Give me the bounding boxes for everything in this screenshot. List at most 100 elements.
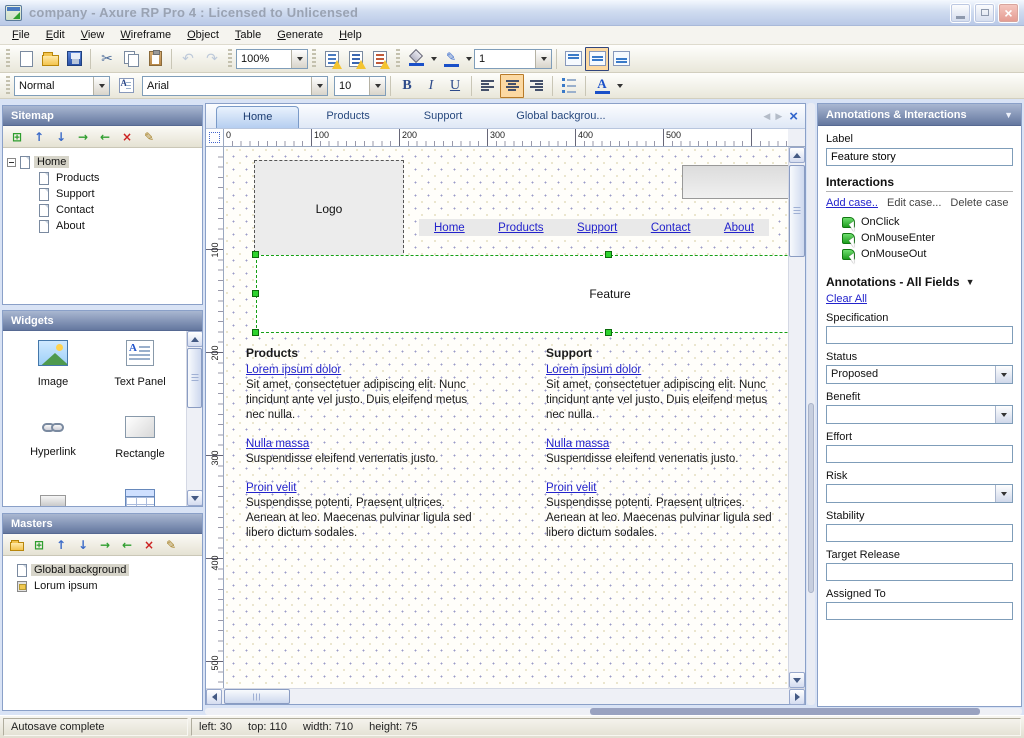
status-select[interactable]: Proposed: [826, 365, 1013, 384]
gray-rectangle[interactable]: [682, 165, 788, 199]
valign-top-button[interactable]: [561, 47, 585, 71]
tree-item-contact[interactable]: Contact: [39, 202, 198, 218]
scroll-down-button[interactable]: [187, 490, 203, 506]
scroll-left-button[interactable]: [206, 689, 222, 705]
scroll-up-button[interactable]: [789, 147, 805, 163]
scrollbar-thumb[interactable]: [808, 403, 814, 593]
selection-handle[interactable]: [605, 251, 612, 258]
event-onclick[interactable]: OnClick: [842, 214, 1013, 230]
edit-case-link[interactable]: Edit case...: [887, 197, 941, 209]
canvas-horizontal-scrollbar[interactable]: [206, 688, 805, 704]
font-combo[interactable]: Arial: [142, 76, 328, 96]
risk-select[interactable]: [826, 484, 1013, 503]
logo-placeholder[interactable]: Logo: [254, 160, 404, 258]
line-width-dropdown[interactable]: [535, 50, 551, 68]
scrollbar-thumb[interactable]: [789, 165, 805, 257]
effort-input[interactable]: [826, 445, 1013, 463]
font-size-combo[interactable]: 10: [334, 76, 386, 96]
scroll-up-button[interactable]: [187, 331, 203, 347]
fill-color-button[interactable]: [404, 47, 428, 71]
support-column[interactable]: Support Lorem ipsum dolor Sit amet, cons…: [546, 346, 788, 554]
delete-master-button[interactable]: ×: [139, 536, 159, 554]
target-release-input[interactable]: [826, 563, 1013, 581]
undo-button[interactable]: ↶: [176, 47, 200, 71]
event-onmouseenter[interactable]: OnMouseEnter: [842, 230, 1013, 246]
open-button[interactable]: [38, 47, 62, 71]
font-color-button[interactable]: A: [590, 74, 614, 98]
font-size-dropdown[interactable]: [369, 77, 385, 95]
scrollbar-thumb[interactable]: [187, 348, 202, 408]
add-case-link[interactable]: Add case..: [826, 197, 878, 209]
tree-item-about[interactable]: About: [39, 218, 198, 234]
align-right-button[interactable]: [524, 74, 548, 98]
select-dropdown-button[interactable]: [995, 485, 1012, 502]
collapse-icon[interactable]: [7, 158, 16, 167]
tab-scroll-right-button[interactable]: ▶: [774, 111, 783, 122]
font-dropdown[interactable]: [311, 77, 327, 95]
benefit-select[interactable]: [826, 405, 1013, 424]
copy-button[interactable]: [119, 47, 143, 71]
new-folder-button[interactable]: [7, 536, 27, 554]
widget-image[interactable]: Image: [11, 339, 95, 388]
tab-scroll-left-button[interactable]: ◀: [762, 111, 771, 122]
menu-table[interactable]: Table: [227, 27, 269, 43]
redo-button[interactable]: ↷: [200, 47, 224, 71]
widget-rectangle[interactable]: Rectangle: [98, 413, 182, 460]
widgets-scrollbar[interactable]: [186, 331, 202, 506]
cut-button[interactable]: ✂: [95, 47, 119, 71]
nav-link-home[interactable]: Home: [434, 222, 465, 234]
wire-link[interactable]: Lorem ipsum dolor: [246, 363, 341, 378]
wire-link[interactable]: Proin velit: [246, 481, 297, 496]
font-color-dropdown[interactable]: [614, 75, 625, 97]
delete-case-link[interactable]: Delete case: [950, 197, 1008, 209]
nav-link-support[interactable]: Support: [577, 222, 617, 234]
new-button[interactable]: [14, 47, 38, 71]
delete-page-button[interactable]: ×: [117, 128, 137, 146]
select-dropdown-button[interactable]: [995, 406, 1012, 423]
style-combo[interactable]: Normal: [14, 76, 110, 96]
menu-file[interactable]: File: [4, 27, 38, 43]
tab-home[interactable]: Home: [216, 106, 299, 128]
close-button[interactable]: ×: [998, 3, 1019, 23]
scroll-down-button[interactable]: [789, 672, 805, 688]
selection-handle[interactable]: [252, 251, 259, 258]
outdent-button[interactable]: ←: [95, 128, 115, 146]
restore-button[interactable]: [974, 3, 995, 23]
menu-help[interactable]: Help: [331, 27, 370, 43]
chevron-down-icon[interactable]: ▼: [966, 277, 975, 287]
feature-rectangle-selected[interactable]: Feature: [256, 255, 788, 333]
stability-input[interactable]: [826, 524, 1013, 542]
outdent-button[interactable]: ←: [117, 536, 137, 554]
generate-html-button[interactable]: [320, 47, 344, 71]
scrollbar-thumb[interactable]: [590, 708, 980, 715]
selection-handle[interactable]: [252, 329, 259, 336]
bold-button[interactable]: B: [395, 74, 419, 98]
products-column[interactable]: Products Lorem ipsum dolor Sit amet, con…: [246, 346, 538, 554]
add-page-button[interactable]: ⊞: [7, 128, 27, 146]
save-button[interactable]: [62, 47, 86, 71]
menu-view[interactable]: View: [73, 27, 113, 43]
clear-all-link[interactable]: Clear All: [826, 293, 867, 305]
scrollbar-thumb[interactable]: [224, 689, 290, 704]
specification-input[interactable]: [826, 326, 1013, 344]
menu-generate[interactable]: Generate: [269, 27, 331, 43]
zoom-combo[interactable]: 100%: [236, 49, 308, 69]
assigned-to-input[interactable]: [826, 602, 1013, 620]
wire-link[interactable]: Lorem ipsum dolor: [546, 363, 641, 378]
event-onmouseout[interactable]: OnMouseOut: [842, 246, 1013, 262]
move-down-button[interactable]: ↓: [51, 128, 71, 146]
add-master-button[interactable]: ⊞: [29, 536, 49, 554]
underline-button[interactable]: U: [443, 74, 467, 98]
tab-products[interactable]: Products: [299, 105, 396, 128]
wire-link[interactable]: Nulla massa: [546, 437, 609, 452]
wireframe-canvas[interactable]: Logo Home Products Support Contact About…: [224, 147, 788, 688]
paste-button[interactable]: [143, 47, 167, 71]
widget-button[interactable]: [11, 489, 95, 507]
align-center-button[interactable]: [500, 74, 524, 98]
master-item-lorum-ipsum[interactable]: Lorum ipsum: [17, 578, 198, 594]
annotations-scrollbar[interactable]: [807, 103, 815, 705]
style-dropdown[interactable]: [93, 77, 109, 95]
line-color-dropdown[interactable]: [463, 48, 474, 70]
widget-hyperlink[interactable]: Hyperlink: [11, 413, 95, 458]
nav-link-about[interactable]: About: [724, 222, 754, 234]
